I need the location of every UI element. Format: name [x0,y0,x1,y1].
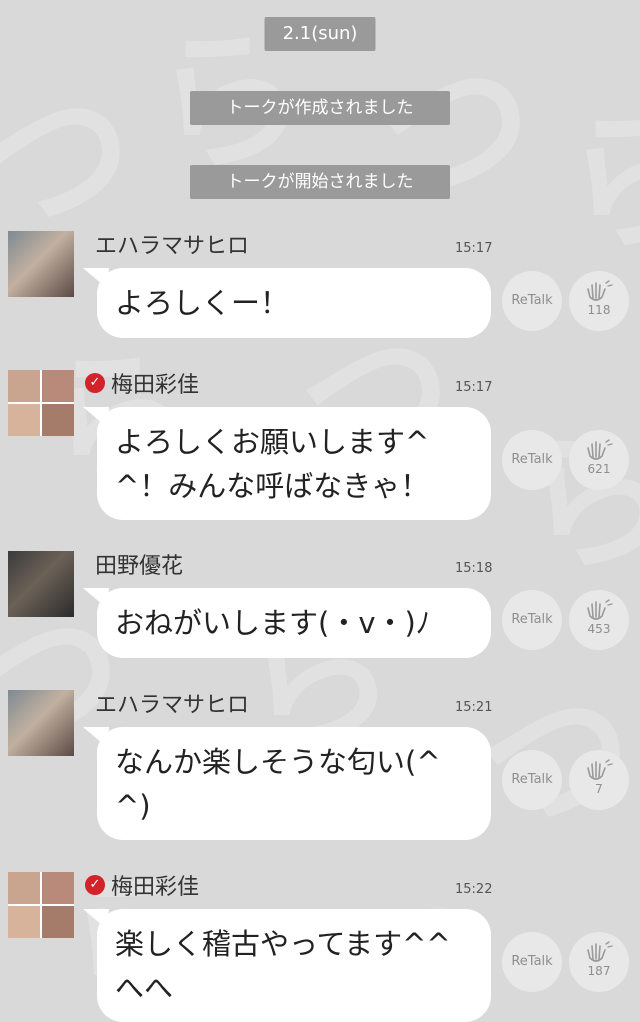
clap-hands-icon [587,599,613,620]
message-bubble[interactable]: よろしくお願いします^^！みんな呼ばなきゃ！ [97,407,491,520]
clap-hands-icon [587,439,613,460]
avatar[interactable] [8,690,74,756]
message-time: 15:17 [455,241,493,256]
system-message-started: トークが開始されました [190,165,450,199]
retalk-button[interactable]: ReTalk [502,932,562,992]
verified-check-icon: ✓ [85,875,105,895]
avatar[interactable] [8,231,74,297]
clap-hands-icon [587,759,613,780]
clap-button[interactable]: 453 [569,590,629,650]
clap-button[interactable]: 187 [569,932,629,992]
message-time: 15:17 [455,380,493,395]
clap-count: 621 [587,462,611,476]
clap-count: 118 [587,303,611,317]
sender-row: ✓ 梅田彩佳 [85,870,199,900]
system-message-created: トークが作成されました [190,91,450,125]
sender-row: エハラマサヒロ [95,688,249,718]
avatar[interactable] [8,551,74,617]
verified-check-icon: ✓ [85,373,105,393]
retalk-button[interactable]: ReTalk [502,750,562,810]
avatar[interactable] [8,872,74,938]
clap-count: 7 [595,782,603,796]
sender-name: 梅田彩佳 [111,373,200,398]
sender-row: ✓ 梅田彩佳 [85,368,199,398]
message-bubble[interactable]: おねがいします(・v・)ﾉ [97,588,491,658]
message-time: 15:18 [455,561,493,576]
message-bubble[interactable]: よろしくー！ [97,268,491,338]
clap-hands-icon [587,280,613,301]
message-time: 15:21 [455,700,493,715]
date-separator: 2.1(sun) [264,17,376,51]
sender-row: 田野優花 [95,549,183,579]
clap-button[interactable]: 621 [569,430,629,490]
clap-button[interactable]: 118 [569,271,629,331]
clap-count: 187 [587,964,611,978]
message-bubble[interactable]: 楽しく稽古やってます^^へへ [97,909,491,1022]
retalk-button[interactable]: ReTalk [502,430,562,490]
clap-count: 453 [587,622,611,636]
message-bubble[interactable]: なんか楽しそうな匂い(^^) [97,727,491,840]
sender-name: 田野優花 [95,554,184,579]
avatar[interactable] [8,370,74,436]
retalk-button[interactable]: ReTalk [502,590,562,650]
clap-hands-icon [587,941,613,962]
retalk-button[interactable]: ReTalk [502,271,562,331]
sender-name: エハラマサヒロ [95,693,250,718]
sender-row: エハラマサヒロ [95,229,249,259]
message-time: 15:22 [455,882,493,897]
sender-name: エハラマサヒロ [95,234,250,259]
sender-name: 梅田彩佳 [111,875,200,900]
clap-button[interactable]: 7 [569,750,629,810]
